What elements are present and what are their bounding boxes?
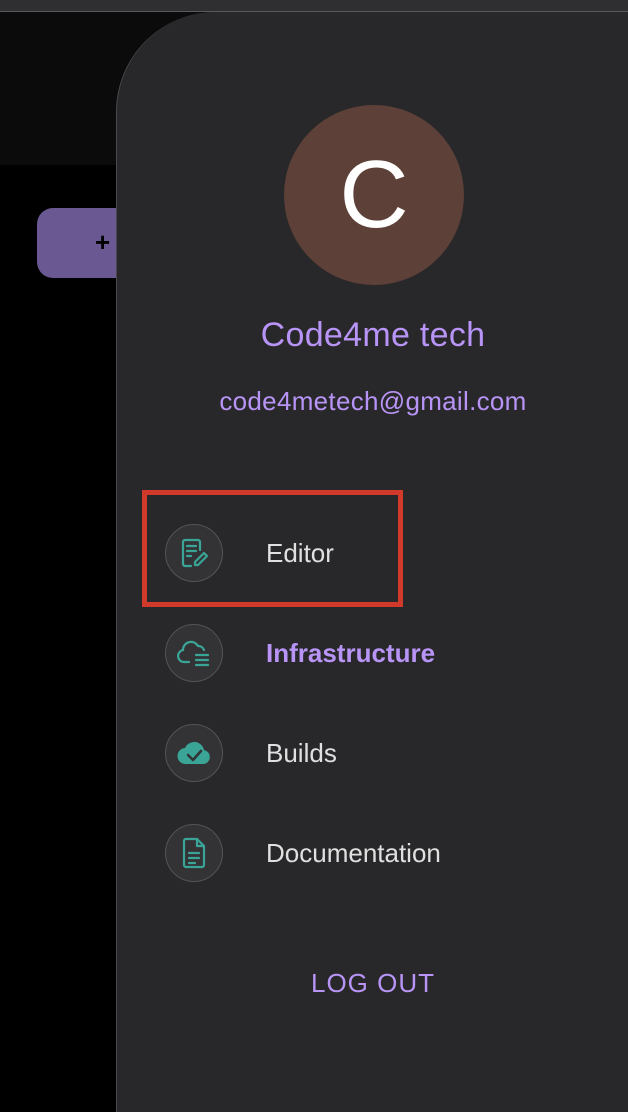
- cloud-check-icon: [165, 724, 223, 782]
- logout-button[interactable]: LOG OUT: [117, 968, 628, 999]
- avatar: C: [284, 105, 464, 285]
- user-email: code4metech@gmail.com: [219, 386, 527, 416]
- nav-item-infrastructure[interactable]: Infrastructure: [165, 624, 505, 688]
- nav-label-builds: Builds: [266, 738, 337, 768]
- nav-item-builds[interactable]: Builds: [165, 724, 505, 788]
- document-icon: [165, 824, 223, 882]
- highlight-annotation: [142, 490, 403, 607]
- nav-label-infrastructure: Infrastructure: [266, 638, 436, 668]
- cloud-list-icon: [165, 624, 223, 682]
- user-name: Code4me tech: [260, 316, 486, 354]
- top-strip: [0, 0, 628, 12]
- nav-label-documentation: Documentation: [266, 838, 441, 868]
- account-drawer: C Code4me tech code4metech@gmail.com Edi…: [116, 12, 628, 1112]
- nav-item-documentation[interactable]: Documentation: [165, 824, 505, 888]
